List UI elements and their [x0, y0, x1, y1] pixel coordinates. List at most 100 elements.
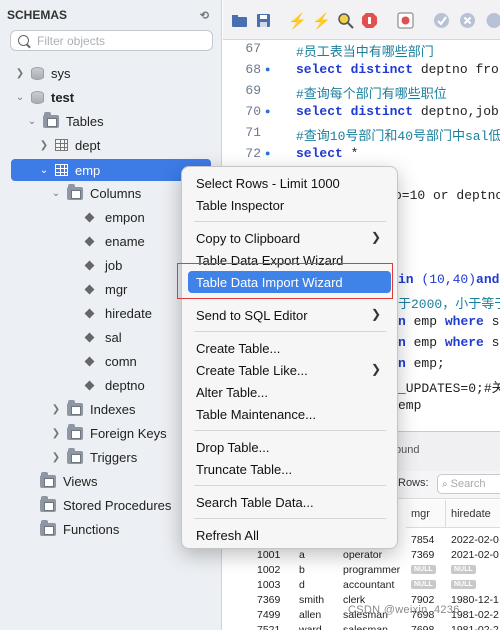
table-cell-hiredate[interactable]: NULL	[447, 577, 500, 592]
menu-item-create-table[interactable]: Create Table...	[188, 337, 391, 359]
toggle-error-icon[interactable]	[397, 12, 414, 29]
column-header-label: hiredate	[451, 507, 491, 520]
result-search-field[interactable]: ⌕ Search	[437, 474, 500, 494]
schema-test[interactable]: ⌄ test	[0, 86, 221, 108]
column-icon	[84, 212, 95, 222]
tree-tables[interactable]: ⌄ Tables	[0, 110, 221, 132]
chevron-right-icon[interactable]: ❯	[51, 428, 61, 439]
tree-label: Foreign Keys	[90, 425, 167, 441]
menu-item-label: Refresh All	[196, 527, 259, 543]
code-text: deptno fro	[413, 62, 499, 77]
column-header-hiredate[interactable]: hiredate	[446, 500, 500, 528]
save-icon[interactable]	[255, 12, 272, 29]
table-cell-mgr[interactable]: NULL	[407, 562, 447, 577]
schema-sys[interactable]: ❯ sys	[0, 62, 221, 84]
menu-item-select-rows[interactable]: Select Rows - Limit 1000	[188, 172, 391, 194]
table-cell-job[interactable]: operator	[339, 547, 407, 562]
menu-item-table-inspector[interactable]: Table Inspector	[188, 194, 391, 216]
table-cell-name[interactable]: b	[295, 562, 339, 577]
code-text: in (10,40)and	[398, 272, 499, 287]
table-cell-id[interactable]: 1003	[253, 577, 295, 592]
table-cell-job[interactable]: accountant	[339, 577, 407, 592]
filter-objects-field[interactable]	[10, 30, 213, 51]
column-label: hiredate	[105, 305, 152, 321]
tree-label: Indexes	[90, 401, 136, 417]
table-cell-mgr[interactable]: NULL	[407, 577, 447, 592]
menu-item-alter-table[interactable]: Alter Table...	[188, 381, 391, 403]
table-cell-name[interactable]: ward	[295, 622, 339, 630]
explain-magnifier-icon[interactable]	[337, 12, 354, 29]
rollback-x-icon[interactable]	[459, 12, 476, 29]
table-cell-job[interactable]: programmer	[339, 562, 407, 577]
table-cell-id[interactable]: 1001	[253, 547, 295, 562]
refresh-icon[interactable]: ⟲	[200, 9, 209, 22]
schemas-header: SCHEMAS ⟲	[0, 0, 221, 30]
tree-label: Stored Procedures	[63, 497, 172, 513]
code-keyword: select distinct	[296, 62, 414, 77]
code-text: _UPDATES=0;#关闭	[398, 381, 500, 396]
chevron-right-icon[interactable]: ❯	[39, 140, 49, 151]
table-cell-name[interactable]: allen	[295, 607, 339, 622]
autocommit-icon[interactable]	[485, 12, 500, 29]
chevron-down-icon[interactable]: ⌄	[39, 165, 49, 176]
menu-item-truncate-table[interactable]: Truncate Table...	[188, 458, 391, 480]
table-cell-mgr[interactable]: 7698	[407, 622, 447, 630]
menu-item-import-wizard[interactable]: Table Data Import Wizard	[188, 271, 391, 293]
menu-item-export-wizard[interactable]: Table Data Export Wizard	[188, 249, 391, 271]
table-cell-id[interactable]: 1002	[253, 562, 295, 577]
execute-lightning-icon[interactable]: ⚡	[288, 12, 307, 30]
code-statement: select distinct deptno,job	[296, 104, 499, 119]
table-cell-hiredate[interactable]: NULL	[447, 562, 500, 577]
table-cell-mgr[interactable]: 7369	[407, 547, 447, 562]
menu-item-drop-table[interactable]: Drop Table...	[188, 436, 391, 458]
chevron-right-icon[interactable]: ❯	[51, 452, 61, 463]
table-cell-name[interactable]: a	[295, 547, 339, 562]
code-text: o=10 or deptno	[394, 188, 500, 203]
menu-item-search-table-data[interactable]: Search Table Data...	[188, 491, 391, 513]
table-cell-mgr[interactable]: 7854	[407, 532, 447, 547]
chevron-down-icon[interactable]: ⌄	[51, 188, 61, 199]
menu-item-table-maintenance[interactable]: Table Maintenance...	[188, 403, 391, 425]
menu-item-label: Table Maintenance...	[196, 406, 316, 422]
menu-separator	[194, 430, 386, 431]
chevron-down-icon[interactable]: ⌄	[15, 92, 25, 103]
result-tab-label[interactable]: ound	[395, 444, 419, 456]
commit-check-icon[interactable]	[433, 12, 450, 29]
code-keyword: select distinct	[296, 104, 414, 119]
column-header-mgr[interactable]: mgr	[406, 500, 446, 528]
menu-item-copy-to-clipboard[interactable]: Copy to Clipboard ❯	[188, 227, 391, 249]
code-text: sa	[491, 335, 500, 350]
open-folder-icon[interactable]	[231, 12, 248, 29]
statement-marker-icon: ●	[265, 107, 271, 117]
table-cell-id[interactable]: 7369	[253, 592, 295, 607]
table-cell-hiredate[interactable]: 2022-02-0	[447, 532, 500, 547]
chevron-down-icon[interactable]: ⌄	[27, 116, 37, 127]
code-text: emp;	[413, 356, 445, 371]
table-cell-name[interactable]: smith	[295, 592, 339, 607]
menu-item-send-to-sql-editor[interactable]: Send to SQL Editor ❯	[188, 304, 391, 326]
table-cell-name[interactable]: d	[295, 577, 339, 592]
filter-objects-input[interactable]	[37, 33, 207, 48]
table-cell-hiredate[interactable]: 2021-02-0	[447, 547, 500, 562]
menu-item-label: Create Table Like...	[196, 362, 308, 378]
code-keyword: and	[476, 272, 500, 287]
tree-label: Columns	[90, 185, 142, 201]
execute-current-lightning-icon[interactable]: ⚡	[312, 12, 331, 30]
table-cell-hiredate[interactable]: 1981-02-2	[447, 622, 500, 630]
menu-item-refresh-all[interactable]: Refresh All	[188, 524, 391, 546]
cell-value: d	[299, 578, 305, 591]
table-dept[interactable]: ❯ dept	[0, 134, 221, 156]
menu-item-create-table-like[interactable]: Create Table Like... ❯	[188, 359, 391, 381]
table-cell-job[interactable]: salesman	[339, 622, 407, 630]
chevron-right-icon[interactable]: ❯	[51, 404, 61, 415]
table-cell-id[interactable]: 7499	[253, 607, 295, 622]
code-number: (10,40)	[421, 272, 477, 287]
tables-folder-icon	[43, 111, 59, 128]
stop-icon[interactable]	[361, 12, 378, 29]
cell-value: a	[299, 548, 305, 561]
chevron-right-icon[interactable]: ❯	[15, 68, 25, 79]
code-line: 71 #查询10号部门和40号部门中sal低	[223, 125, 500, 146]
table-cell-id[interactable]: 7521	[253, 622, 295, 630]
code-keyword: in	[398, 272, 414, 287]
cell-value: 1981-02-2	[451, 623, 499, 630]
